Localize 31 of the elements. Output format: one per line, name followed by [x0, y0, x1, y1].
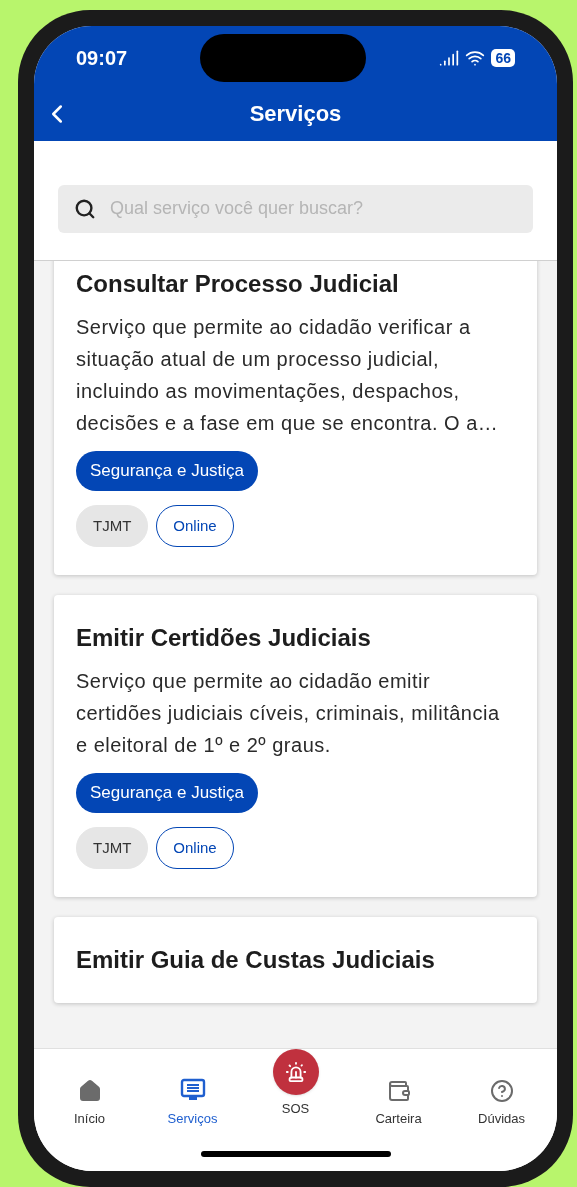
category-tag: Segurança e Justiça	[76, 451, 259, 491]
home-icon	[77, 1079, 102, 1103]
nav-tab[interactable]: Serviços	[144, 1049, 241, 1129]
service-description: Serviço que permite ao cidadão emitir certidões judiciais cíveis, criminais, militância e eleitoral de 1º e 2º graus.	[76, 669, 501, 758]
signal-icon	[439, 48, 460, 68]
help-icon	[489, 1079, 514, 1103]
service-card[interactable]: Emitir Guia de Custas Judiciais	[54, 917, 537, 1003]
service-title: Consultar Processo Judicial	[76, 269, 400, 299]
nav-tab[interactable]: Carteira	[350, 1049, 447, 1129]
nav-tab[interactable]: SOS	[247, 1049, 344, 1119]
list-screen-icon	[179, 1077, 206, 1103]
service-tag: TJMT	[76, 504, 149, 547]
siren-icon	[284, 1061, 307, 1083]
service-title: Emitir Guia de Custas Judiciais	[76, 945, 436, 975]
service-title: Emitir Certidões Judiciais	[76, 623, 372, 653]
sos-button[interactable]	[272, 1049, 319, 1095]
service-card[interactable]	[54, 261, 537, 575]
wallet-icon	[386, 1079, 411, 1103]
page-title: Serviços	[249, 100, 342, 128]
service-card[interactable]: Emitir Certidões Judiciais Serviço que permite ao cidadão emitir certidões judiciais cíveis, criminais, militância e eleitoral de 1º e 2º graus. Segurança e Justiça TJMT Online	[54, 595, 537, 897]
battery-level: 66	[491, 49, 515, 67]
search-icon	[74, 197, 96, 220]
service-tag: Online	[156, 826, 234, 869]
service-tag: Online	[156, 504, 234, 547]
category-tag: Segurança e Justiça	[76, 773, 259, 813]
status-time: 09:07	[76, 46, 128, 71]
service-description: Serviço que permite ao cidadão verificar a situação atual de um processo judicial, incluindo as movimentações, despachos, decisões e a fase em que se encontra. O a…	[76, 315, 500, 436]
nav-tab[interactable]: Início	[41, 1049, 138, 1129]
service-tag: TJMT	[76, 826, 149, 869]
nav-tab[interactable]: Dúvidas	[453, 1049, 550, 1129]
wifi-icon	[465, 48, 486, 68]
